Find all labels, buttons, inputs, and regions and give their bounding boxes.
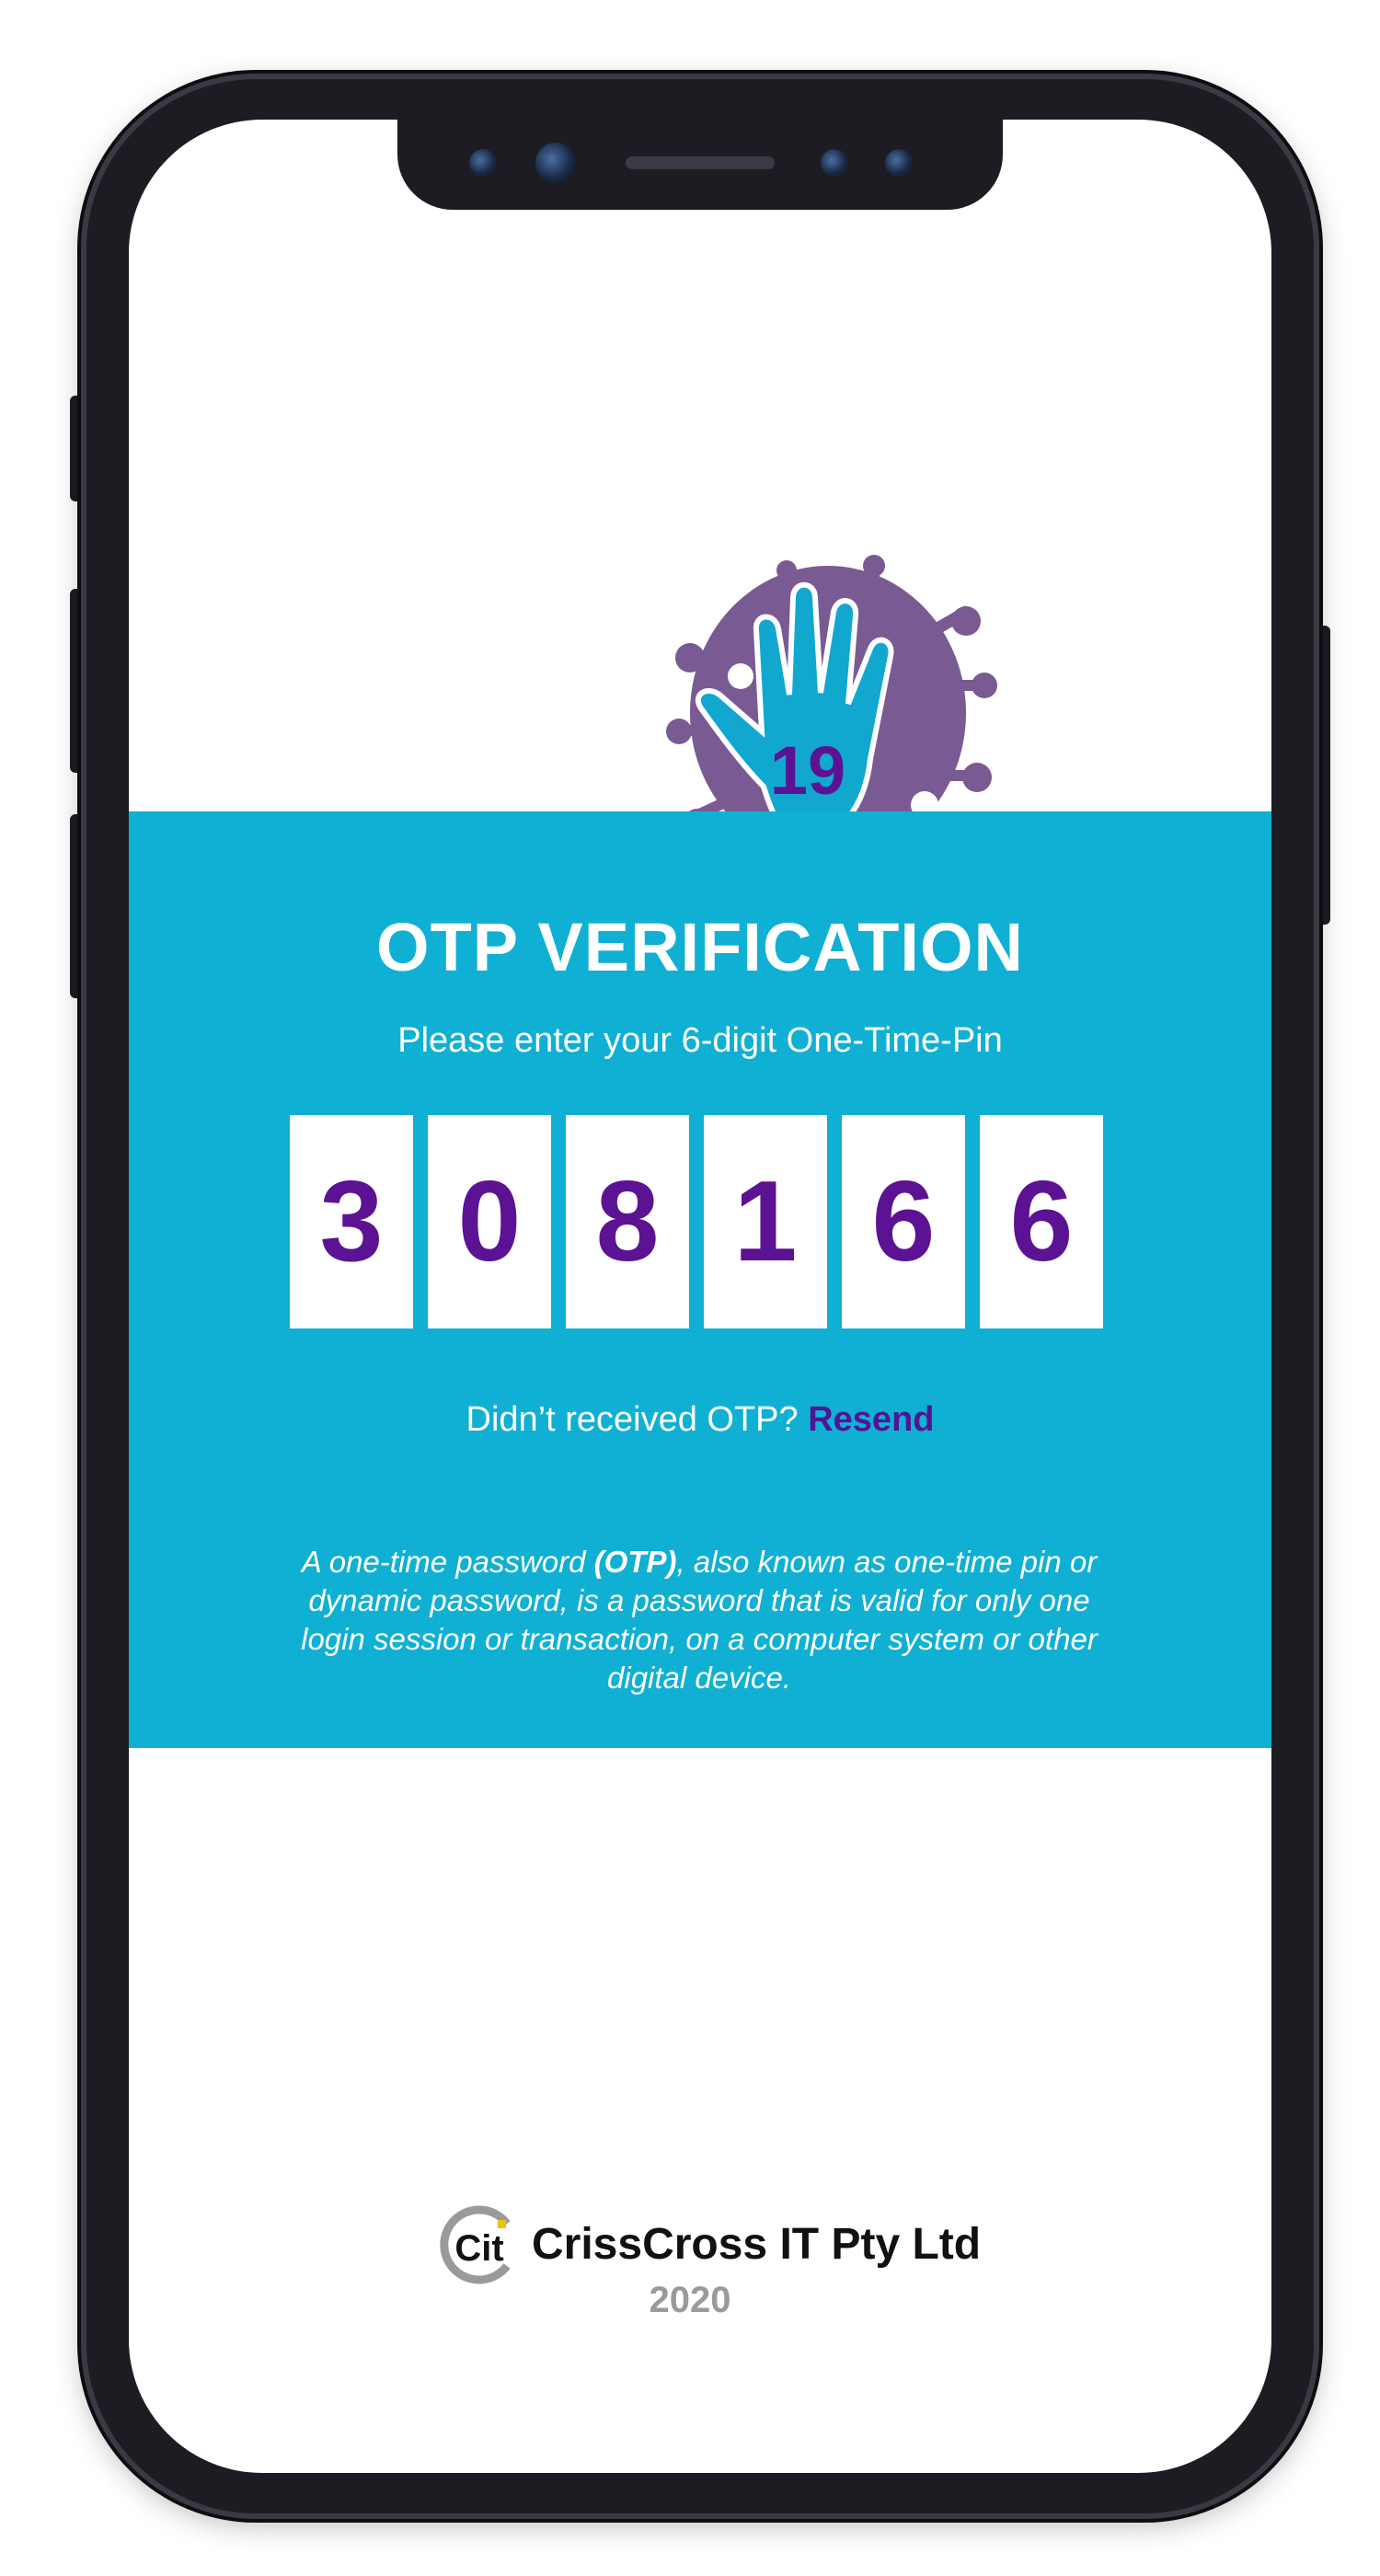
sensor-icon xyxy=(885,149,913,177)
logo-badge-text: 19 xyxy=(770,732,845,809)
phone-notch xyxy=(397,120,1003,210)
company-name: CrissCross IT Pty Ltd xyxy=(532,2220,982,2269)
otp-description-bold: (OTP) xyxy=(593,1545,677,1579)
otp-description-start: A one-time password xyxy=(301,1545,594,1579)
resend-link[interactable]: Resend xyxy=(808,1400,934,1439)
sensor-icon xyxy=(821,149,848,177)
page-title: OTP VERIFICATION xyxy=(376,909,1024,985)
crisscross-logo-icon: Cit xyxy=(440,2205,511,2284)
otp-instructions: Please enter your 6-digit One-Time-Pin xyxy=(397,1021,1003,1060)
otp-panel: OTP VERIFICATION Please enter your 6-dig… xyxy=(129,811,1271,1748)
otp-digit-1[interactable]: 3 xyxy=(290,1115,413,1328)
otp-digit-6[interactable]: 6 xyxy=(980,1115,1103,1328)
speaker-grille xyxy=(626,156,775,169)
company-logo-text: Cit xyxy=(454,2228,503,2269)
camera-icon xyxy=(535,143,576,183)
otp-description: A one-time password (OTP), also known as… xyxy=(285,1543,1113,1697)
otp-digit-5[interactable]: 6 xyxy=(842,1115,965,1328)
phone-screen: 19 OTP VERIFICATION Please enter your 6-… xyxy=(129,120,1271,2473)
resend-prompt: Didn’t received OTP? xyxy=(466,1400,799,1439)
otp-digit-3[interactable]: 8 xyxy=(566,1115,689,1328)
copyright-year: 2020 xyxy=(649,2280,731,2320)
otp-digit-2[interactable]: 0 xyxy=(428,1115,551,1328)
sensor-icon xyxy=(469,149,497,177)
resend-row: Didn’t received OTP? Resend xyxy=(129,1400,1271,1440)
otp-digit-4[interactable]: 1 xyxy=(704,1115,827,1328)
